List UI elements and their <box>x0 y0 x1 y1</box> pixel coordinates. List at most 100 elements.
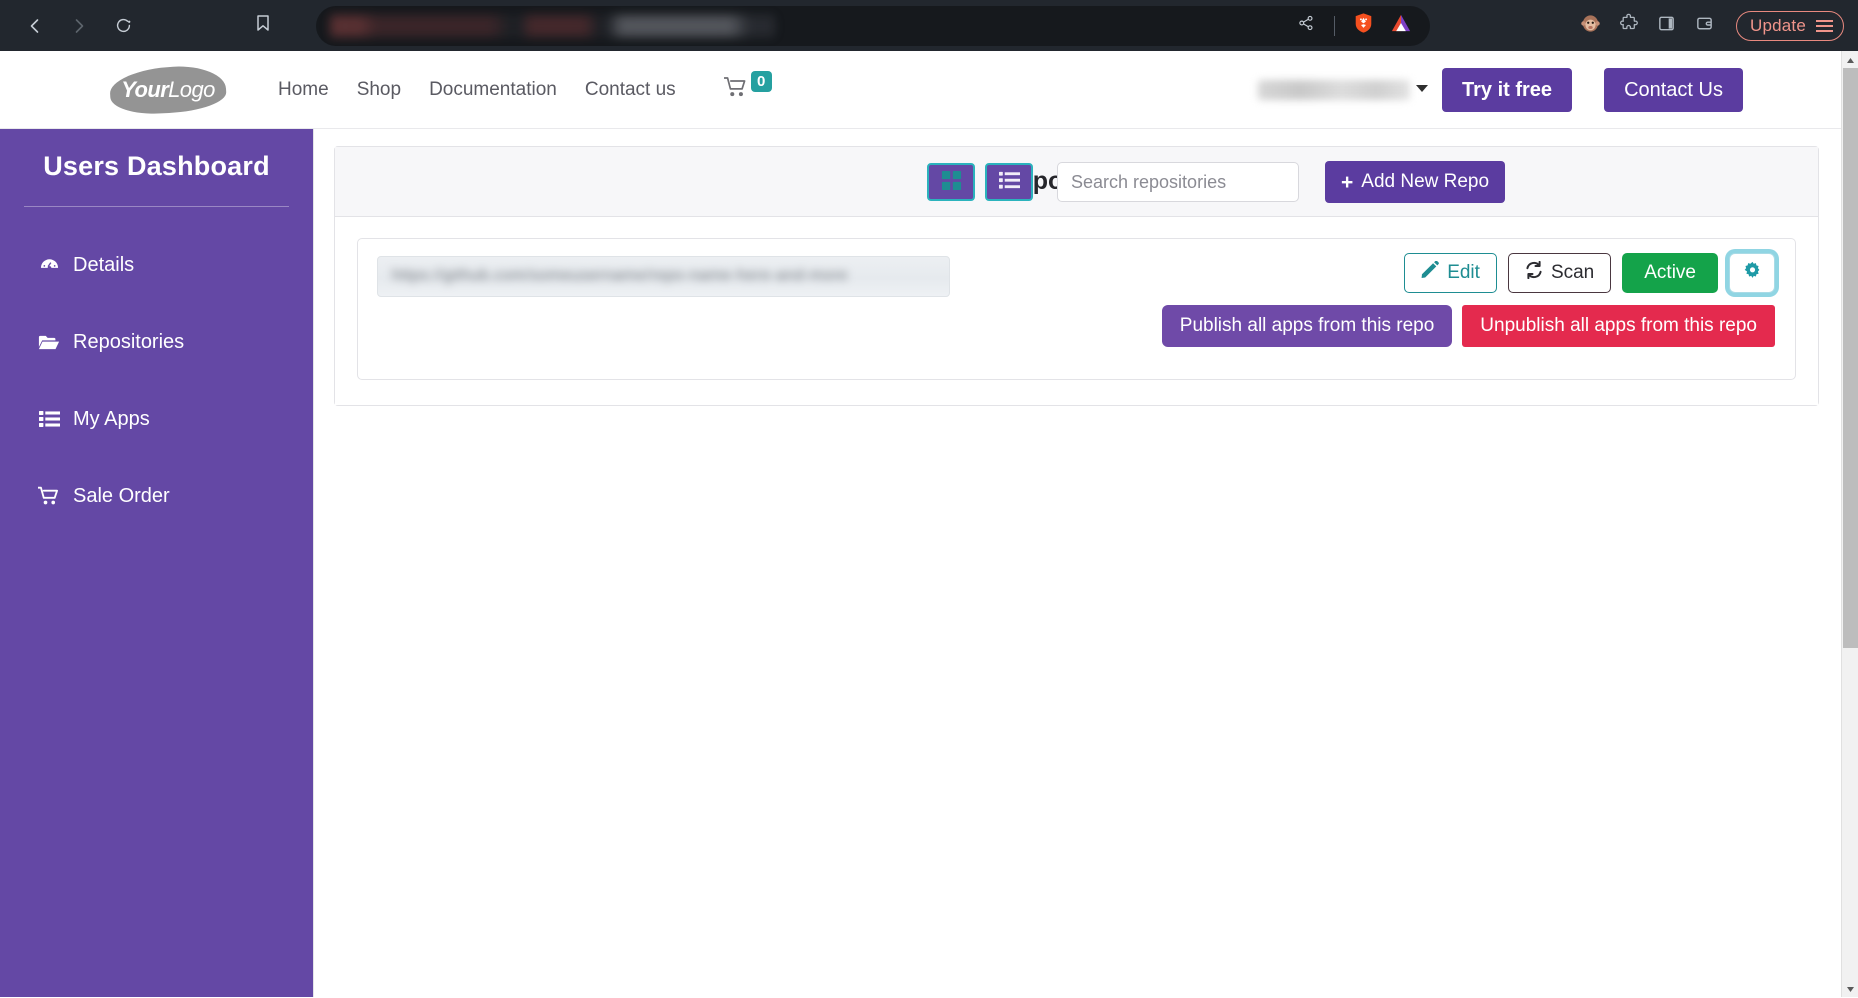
scan-button[interactable]: Scan <box>1507 253 1612 293</box>
main-navigation: Home Shop Documentation Contact us <box>264 75 690 105</box>
wallet-button[interactable] <box>1688 9 1722 43</box>
plus-icon: + <box>1341 170 1354 194</box>
nav-item-contact-us[interactable]: Contact us <box>571 75 690 105</box>
back-arrow-icon <box>25 16 45 36</box>
browser-toolbar-right: Update <box>1574 0 1850 51</box>
monkey-extension-icon <box>1580 13 1601 39</box>
repository-row: https://github.com/someusername/repo-nam… <box>357 238 1796 380</box>
repositories-panel: Repositories <box>334 146 1819 406</box>
forward-arrow-icon <box>69 16 89 36</box>
forward-button[interactable] <box>62 9 96 43</box>
panel-toolbar: + Add New Repo <box>927 147 1506 217</box>
sidebar-divider <box>24 206 289 207</box>
cart-button[interactable]: 0 <box>723 71 772 103</box>
sidebar-item-repositories[interactable]: Repositories <box>0 322 313 362</box>
page-scrollbar[interactable] <box>1841 51 1858 997</box>
cart-count-badge: 0 <box>750 71 772 92</box>
edit-label: Edit <box>1447 262 1480 283</box>
sidebar-panel-icon <box>1657 14 1676 38</box>
shopping-cart-icon <box>723 76 749 103</box>
hamburger-menu-icon[interactable] <box>1816 19 1833 32</box>
nav-item-shop[interactable]: Shop <box>343 75 415 105</box>
bookmark-button[interactable] <box>246 9 280 43</box>
sidebar-item-sale-order[interactable]: Sale Order <box>0 476 313 516</box>
back-button[interactable] <box>18 9 52 43</box>
repository-settings-button[interactable] <box>1729 253 1775 293</box>
toolbar-divider <box>1334 15 1335 36</box>
refresh-sync-icon <box>1525 260 1543 285</box>
users-dashboard-sidebar: Users Dashboard Details Repositories My … <box>0 129 313 997</box>
extensions-button[interactable] <box>1612 9 1646 43</box>
sidebar-item-my-apps[interactable]: My Apps <box>0 399 313 439</box>
contact-us-button[interactable]: Contact Us <box>1604 68 1743 112</box>
site-header-right: Try it free Contact Us <box>1258 51 1743 129</box>
brave-rewards-triangle-icon <box>1390 13 1412 38</box>
share-icon <box>1297 14 1315 37</box>
open-folder-icon <box>38 333 60 352</box>
browser-chrome: Update <box>0 0 1858 51</box>
sidebar-item-label: Sale Order <box>73 484 170 507</box>
scrollbar-thumb[interactable] <box>1843 68 1858 648</box>
unpublish-all-apps-button[interactable]: Unpublish all apps from this repo <box>1462 305 1775 347</box>
sidebar-item-label: My Apps <box>73 407 150 430</box>
nav-item-home[interactable]: Home <box>264 75 343 105</box>
main-content: Repositories <box>313 129 1841 997</box>
scroll-up-button[interactable] <box>1842 51 1858 68</box>
gear-icon <box>1743 261 1762 286</box>
sidebar-item-label: Repositories <box>73 330 185 353</box>
grid-view-button[interactable] <box>927 163 975 201</box>
user-account-dropdown[interactable] <box>1258 76 1429 104</box>
address-bar[interactable] <box>316 5 1430 46</box>
logo-text-light: Logo <box>168 76 215 102</box>
brave-shield-lion-icon <box>1353 12 1374 39</box>
scroll-up-arrow-icon <box>1846 51 1855 69</box>
url-text-redacted <box>330 14 775 37</box>
shopping-cart-icon <box>38 486 60 506</box>
publish-all-apps-button[interactable]: Publish all apps from this repo <box>1161 305 1453 347</box>
share-button[interactable] <box>1289 9 1323 43</box>
repository-action-buttons: Edit Scan Active <box>1404 253 1775 293</box>
list-icon <box>38 410 60 428</box>
brave-shields-button[interactable] <box>1346 9 1380 43</box>
repository-publish-actions: Publish all apps from this repo Unpublis… <box>1161 305 1775 347</box>
wallet-icon <box>1695 14 1714 38</box>
address-bar-actions <box>1289 6 1418 46</box>
update-button[interactable]: Update <box>1735 10 1844 41</box>
sidebar-toggle-button[interactable] <box>1650 9 1684 43</box>
grid-view-icon <box>941 170 962 194</box>
repository-name-redacted: https://github.com/someusername/repo-nam… <box>392 267 848 284</box>
sidebar-menu: Details Repositories My Apps Sale Order <box>0 245 313 516</box>
edit-button[interactable]: Edit <box>1404 253 1497 293</box>
reload-button[interactable] <box>106 9 140 43</box>
status-badge[interactable]: Active <box>1622 253 1718 293</box>
pencil-icon <box>1421 260 1440 285</box>
sidebar-item-label: Details <box>73 253 135 276</box>
add-new-repo-label: Add New Repo <box>1361 171 1490 192</box>
brave-rewards-button[interactable] <box>1384 9 1418 43</box>
monkey-extension-button[interactable] <box>1574 9 1608 43</box>
chevron-down-icon <box>1416 85 1429 92</box>
try-it-free-button[interactable]: Try it free <box>1442 68 1573 112</box>
search-input[interactable] <box>1057 162 1299 202</box>
puzzle-extension-icon <box>1619 13 1639 38</box>
bookmark-icon <box>254 13 272 38</box>
list-view-icon <box>998 171 1020 193</box>
scroll-down-arrow-icon <box>1846 980 1855 998</box>
sidebar-item-details[interactable]: Details <box>0 245 313 285</box>
update-label: Update <box>1749 15 1806 35</box>
site-logo[interactable]: YourLogo <box>108 63 228 116</box>
scan-label: Scan <box>1550 262 1595 283</box>
reload-icon <box>114 16 133 35</box>
repository-name-field[interactable]: https://github.com/someusername/repo-nam… <box>377 256 950 297</box>
user-account-value-redacted <box>1258 80 1411 100</box>
site-header: YourLogo Home Shop Documentation Contact… <box>0 51 1841 129</box>
logo-text: YourLogo <box>121 76 215 103</box>
repositories-list: https://github.com/someusername/repo-nam… <box>335 217 1818 405</box>
sidebar-title: Users Dashboard <box>43 151 270 181</box>
list-view-button[interactable] <box>985 163 1033 201</box>
logo-text-bold: Your <box>121 76 169 102</box>
add-new-repo-button[interactable]: + Add New Repo <box>1325 161 1506 203</box>
repositories-panel-header: Repositories <box>335 147 1818 217</box>
nav-item-documentation[interactable]: Documentation <box>415 75 571 105</box>
scroll-down-button[interactable] <box>1842 980 1858 997</box>
